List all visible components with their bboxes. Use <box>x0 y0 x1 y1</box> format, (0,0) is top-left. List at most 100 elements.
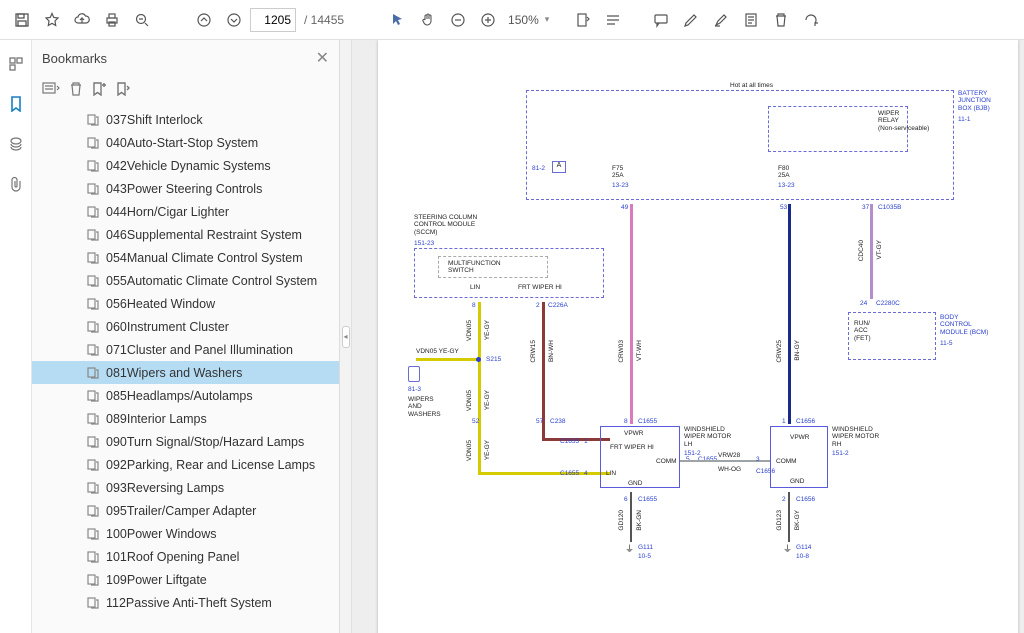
page-up-icon[interactable] <box>190 6 218 34</box>
bookmark-item[interactable]: 092Parking, Rear and License Lamps <box>32 453 339 476</box>
pin-53: 53 <box>780 204 787 211</box>
bookmark-item[interactable]: 101Roof Opening Panel <box>32 545 339 568</box>
pin-57: 57 <box>536 418 543 425</box>
panel-expand-icon[interactable] <box>116 82 130 101</box>
wire-crw25 <box>788 204 791 424</box>
label-sccm-ref: 151-23 <box>414 240 434 247</box>
cloud-upload-icon[interactable] <box>68 6 96 34</box>
bookmark-row-icon <box>86 205 100 219</box>
label-gnd-rh: GND <box>790 478 804 485</box>
hand-icon[interactable] <box>414 6 442 34</box>
bookmark-item[interactable]: 100Power Windows <box>32 522 339 545</box>
label-vdn05-v1: VDN05 <box>466 320 473 341</box>
panel-options-icon[interactable] <box>42 82 60 101</box>
bookmark-item[interactable]: 044Horn/Cigar Lighter <box>32 200 339 223</box>
bookmark-item[interactable]: 109Power Liftgate <box>32 568 339 591</box>
panel-delete-icon[interactable] <box>70 82 82 101</box>
bookmark-label: 043Power Steering Controls <box>106 182 262 196</box>
label-lin-lh: LIN <box>606 470 616 477</box>
pencil-icon[interactable] <box>677 6 705 34</box>
label-crw03: CRW03 <box>618 340 625 363</box>
bookmark-item[interactable]: 090Turn Signal/Stop/Hazard Lamps <box>32 430 339 453</box>
bookmark-item[interactable]: 112Passive Anti-Theft System <box>32 591 339 614</box>
panel-add-bookmark-icon[interactable] <box>92 82 106 101</box>
page-down-icon[interactable] <box>220 6 248 34</box>
highlight-icon[interactable] <box>707 6 735 34</box>
layers-icon[interactable] <box>6 134 26 154</box>
pin-6-lh: 6 <box>624 496 628 503</box>
star-icon[interactable] <box>38 6 66 34</box>
label-yegy-v2: YE-GY <box>484 390 491 410</box>
zoom-out-icon[interactable] <box>444 6 472 34</box>
pointer-icon[interactable] <box>384 6 412 34</box>
bookmark-item[interactable]: 040Auto-Start-Stop System <box>32 131 339 154</box>
wire-gnd-rh <box>788 492 790 542</box>
page-total-label: / 14455 <box>304 13 344 27</box>
bookmark-item[interactable]: 095Trailer/Camper Adapter <box>32 499 339 522</box>
search-minus-icon[interactable] <box>128 6 156 34</box>
bookmark-item[interactable]: 042Vehicle Dynamic Systems <box>32 154 339 177</box>
zoom-in-icon[interactable] <box>474 6 502 34</box>
label-frtw-lh: FRT WIPER HI <box>610 444 654 451</box>
print-icon[interactable] <box>98 6 126 34</box>
thumbnails-icon[interactable] <box>6 54 26 74</box>
gnd-symbol-rh: ⏚ <box>783 542 792 555</box>
bookmark-item[interactable]: 037Shift Interlock <box>32 108 339 131</box>
bookmark-item[interactable]: 071Cluster and Panel Illumination <box>32 338 339 361</box>
bookmark-item[interactable]: 055Automatic Climate Control System <box>32 269 339 292</box>
label-bngy: BN-GY <box>794 340 801 361</box>
bookmark-row-icon <box>86 113 100 127</box>
bookmark-label: 089Interior Lamps <box>106 412 207 426</box>
bookmark-label: 042Vehicle Dynamic Systems <box>106 159 271 173</box>
bookmarks-icon[interactable] <box>6 94 26 114</box>
pin-1-rh: 1 <box>782 418 786 425</box>
bookmark-item[interactable]: 081Wipers and Washers <box>32 361 339 384</box>
collapse-handle-icon[interactable]: ◂ <box>342 326 350 348</box>
label-vrw28: VRW28 <box>718 452 740 459</box>
pin-8: 8 <box>472 302 476 309</box>
bookmark-item[interactable]: 085Headlamps/Autolamps <box>32 384 339 407</box>
save-icon[interactable] <box>8 6 36 34</box>
label-s215: S215 <box>486 356 501 363</box>
panel-title: Bookmarks <box>42 51 107 66</box>
label-g114: G114 <box>796 544 811 551</box>
trash-icon[interactable] <box>767 6 795 34</box>
pin-1-lh: 1 <box>584 438 588 445</box>
rotate-icon[interactable] <box>797 6 825 34</box>
bookmark-item[interactable]: 093Reversing Lamps <box>32 476 339 499</box>
label-bcm: BODY CONTROL MODULE (BCM) <box>940 314 988 336</box>
bookmark-label: 040Auto-Start-Stop System <box>106 136 258 150</box>
label-comm-lh: COMM <box>656 458 677 465</box>
label-c1035b: C1035B <box>878 204 902 211</box>
bookmark-item[interactable]: 054Manual Climate Control System <box>32 246 339 269</box>
attachment-icon[interactable] <box>6 174 26 194</box>
bookmark-item[interactable]: 043Power Steering Controls <box>32 177 339 200</box>
fit-page-icon[interactable] <box>569 6 597 34</box>
bookmark-list[interactable]: 037Shift Interlock 040Auto-Start-Stop Sys… <box>32 106 339 633</box>
zoom-level-label[interactable]: 150% <box>508 13 539 27</box>
bookmark-item[interactable]: 089Interior Lamps <box>32 407 339 430</box>
label-gd120: GD120 <box>618 510 625 531</box>
bookmark-item[interactable]: 056Heated Window <box>32 292 339 315</box>
comment-icon[interactable] <box>647 6 675 34</box>
document-viewer[interactable]: Hot at all times BATTERY JUNCTION BOX (B… <box>352 40 1024 633</box>
wire-cdc40 <box>870 204 873 299</box>
label-f75: F75 25A <box>612 165 624 180</box>
bookmark-label: 071Cluster and Panel Illumination <box>106 343 293 357</box>
pin-8b: 8 <box>624 418 628 425</box>
label-crw15: CRW15 <box>530 340 537 363</box>
close-panel-icon[interactable]: ✕ <box>316 48 329 68</box>
bookmark-row-icon <box>86 527 100 541</box>
bookmark-item[interactable]: 060Instrument Cluster <box>32 315 339 338</box>
bookmark-row-icon <box>86 504 100 518</box>
page-number-input[interactable] <box>250 8 296 32</box>
pin-37: 37 <box>862 204 869 211</box>
bookmark-item[interactable]: 046Supplemental Restraint System <box>32 223 339 246</box>
text-reflow-icon[interactable] <box>599 6 627 34</box>
bookmarks-panel: Bookmarks ✕ 037Shift Interlock 040Auto-St… <box>32 40 340 633</box>
bookmark-row-icon <box>86 320 100 334</box>
label-c1656-b: C1656 <box>796 418 815 425</box>
label-c226a: C226A <box>548 302 568 309</box>
note-icon[interactable] <box>737 6 765 34</box>
bookmark-row-icon <box>86 251 100 265</box>
